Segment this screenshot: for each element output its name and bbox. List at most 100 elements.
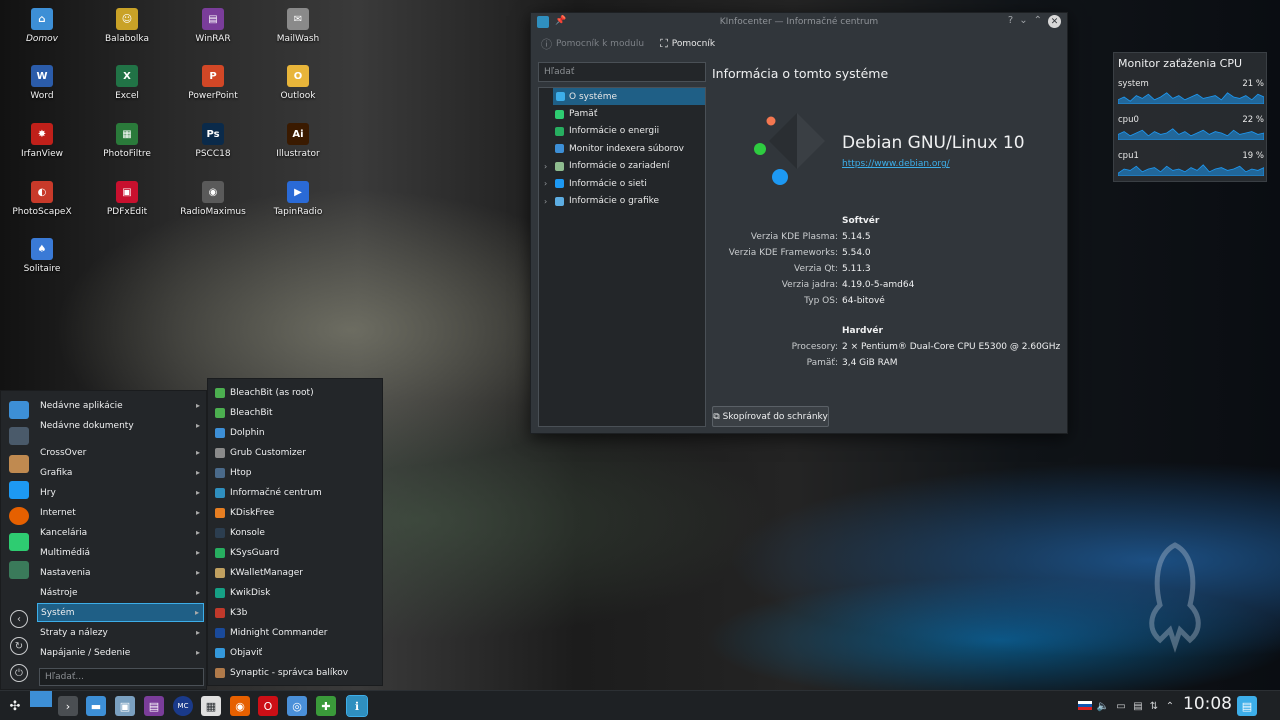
tree-item-3[interactable]: Informácie o energii xyxy=(539,123,705,140)
back-arrow-icon[interactable]: ‹ xyxy=(10,610,28,628)
menu-category-9[interactable]: Nastavenia ▸ xyxy=(37,563,204,582)
submenu-item-3[interactable]: Dolphin xyxy=(208,423,384,443)
menu-category-4[interactable]: Grafika ▸ xyxy=(37,463,204,482)
network-icon[interactable]: ⇅ xyxy=(1148,700,1160,712)
submenu-item-1[interactable]: BleachBit (as root) xyxy=(208,383,384,403)
submenu-item-14[interactable]: Objaviť xyxy=(208,643,384,663)
keyboard-layout-sk-flag-icon[interactable] xyxy=(1078,701,1092,710)
desktop-icon-domov[interactable]: ⌂ Domov xyxy=(2,2,82,54)
expand-chevron-icon[interactable]: › xyxy=(544,197,547,206)
desktop-icon-solitaire[interactable]: ♠ Solitaire xyxy=(2,232,82,284)
help-button[interactable]: ⛶ Pomocník xyxy=(660,37,715,51)
menu-category-3[interactable]: CrossOver ▸ xyxy=(37,443,204,462)
favorite-discover-icon[interactable] xyxy=(9,481,29,499)
tree-item-4[interactable]: Monitor indexera súborov xyxy=(539,140,705,157)
kinfocenter-app-icon[interactable] xyxy=(537,16,549,28)
cpu-load-widget[interactable]: Monitor zaťaženia CPU system 21 % cpu0 22 %… xyxy=(1113,52,1267,182)
desktop-icon-pscc18[interactable]: Ps PSCC18 xyxy=(173,117,253,169)
desktop-icon-tapinradio[interactable]: ▶ TapinRadio xyxy=(258,175,338,227)
menu-category-8[interactable]: Multimédiá ▸ xyxy=(37,543,204,562)
menu-category-6[interactable]: Internet ▸ xyxy=(37,503,204,522)
favorite-settings-icon[interactable] xyxy=(9,427,29,445)
expand-chevron-icon[interactable]: › xyxy=(544,179,547,188)
submenu-item-4[interactable]: Grub Customizer xyxy=(208,443,384,463)
submenu-item-8[interactable]: Konsole xyxy=(208,523,384,543)
menu-category-10[interactable]: Nástroje ▸ xyxy=(37,583,204,602)
desktop-icon-word[interactable]: W Word xyxy=(2,59,82,111)
display-icon[interactable]: ▭ xyxy=(1115,700,1127,712)
tray-expand-icon[interactable]: ⌃ xyxy=(1164,700,1176,712)
dolphin-icon[interactable]: ▬ xyxy=(86,696,106,716)
window-titlebar[interactable]: 📌 KInfocenter — Informačné centrum ? ⌄ ⌃… xyxy=(531,13,1067,31)
show-desktop-icon[interactable]: ▤ xyxy=(1237,696,1257,716)
menu-category-11[interactable]: Systém ▸ xyxy=(37,603,204,622)
firefox-icon[interactable]: ◉ xyxy=(230,696,250,716)
menu-category-2[interactable]: Nedávne dokumenty ▸ xyxy=(37,416,204,435)
chromium-icon[interactable]: ◎ xyxy=(287,696,307,716)
menu-category-13[interactable]: Napájanie / Sedenie ▸ xyxy=(37,643,204,662)
os-url-link[interactable]: https://www.debian.org/ xyxy=(842,159,950,169)
desktop-icon-radiomaximus[interactable]: ◉ RadioMaximus xyxy=(173,175,253,227)
submenu-item-11[interactable]: KwikDisk xyxy=(208,583,384,603)
help-module-button[interactable]: ⓘ Pomocník k modulu xyxy=(541,36,644,52)
submenu-item-15[interactable]: Synaptic - správca balíkov xyxy=(208,663,384,683)
pager-icon[interactable] xyxy=(30,691,52,707)
launcher-search-input[interactable]: Hľadať... xyxy=(39,668,204,686)
clipboard-icon[interactable]: ▤ xyxy=(1132,700,1144,712)
kinfocenter-icon[interactable]: ℹ xyxy=(346,695,368,717)
favorite-firefox-icon[interactable] xyxy=(9,507,29,525)
submenu-item-6[interactable]: Informačné centrum xyxy=(208,483,384,503)
favorite-dolphin-icon[interactable] xyxy=(9,401,29,419)
tree-item-6[interactable]: › Informácie o sieti xyxy=(539,175,705,192)
desktop-icon-photoscapex[interactable]: ◐ PhotoScapeX xyxy=(2,175,82,227)
maximize-icon[interactable]: ⌃ xyxy=(1034,15,1042,28)
submenu-item-13[interactable]: Midnight Commander xyxy=(208,623,384,643)
tree-item-7[interactable]: › Informácie o grafike xyxy=(539,192,705,209)
submenu-item-9[interactable]: KSysGuard xyxy=(208,543,384,563)
favorite-kde-icon[interactable] xyxy=(9,533,29,551)
volume-icon[interactable]: 🔈 xyxy=(1097,700,1109,712)
desktop-icon-irfanview[interactable]: ✸ IrfanView xyxy=(2,117,82,169)
module-search-input[interactable]: Hľadať xyxy=(538,62,706,82)
desktop-icon-excel[interactable]: X Excel xyxy=(87,59,167,111)
menu-category-5[interactable]: Hry ▸ xyxy=(37,483,204,502)
help-question-icon[interactable]: ? xyxy=(1008,15,1013,28)
restart-icon[interactable]: ↻ xyxy=(10,637,28,655)
submenu-item-12[interactable]: K3b xyxy=(208,603,384,623)
image-viewer-icon[interactable]: ▣ xyxy=(115,696,135,716)
desktop-icon-outlook[interactable]: O Outlook xyxy=(258,59,338,111)
submenu-item-7[interactable]: KDiskFree xyxy=(208,503,384,523)
submenu-item-2[interactable]: BleachBit xyxy=(208,403,384,423)
desktop-icon-mailwash[interactable]: ✉ MailWash xyxy=(258,2,338,54)
submenu-item-10[interactable]: KWalletManager xyxy=(208,563,384,583)
tree-item-1[interactable]: O systéme xyxy=(553,88,705,106)
tree-item-2[interactable]: Pamäť xyxy=(539,105,705,122)
text-editor-icon[interactable]: ▦ xyxy=(201,696,221,716)
application-launcher-button[interactable]: ✣ xyxy=(5,696,25,716)
minimize-icon[interactable]: ⌄ xyxy=(1019,15,1027,28)
pin-icon[interactable]: 📌 xyxy=(555,16,566,26)
midnight-commander-icon[interactable]: MC xyxy=(173,696,193,716)
desktop-icon-winrar[interactable]: ▤ WinRAR xyxy=(173,2,253,54)
favorite-image-icon[interactable] xyxy=(9,561,29,579)
favorite-package-icon[interactable] xyxy=(9,455,29,473)
desktop-icon-illustrator[interactable]: Ai Illustrator xyxy=(258,117,338,169)
power-icon[interactable]: ⏻ xyxy=(10,664,28,682)
menu-category-12[interactable]: Straty a nálezy ▸ xyxy=(37,623,204,642)
desktop-icon-photofiltre[interactable]: ▦ PhotoFiltre xyxy=(87,117,167,169)
menu-category-7[interactable]: Kancelária ▸ xyxy=(37,523,204,542)
menu-category-1[interactable]: Nedávne aplikácie ▸ xyxy=(37,396,204,415)
crossover-icon[interactable]: ✚ xyxy=(316,696,336,716)
desktop-icon-pdfxedit[interactable]: ▣ PDFxEdit xyxy=(87,175,167,227)
submenu-item-5[interactable]: Htop xyxy=(208,463,384,483)
tree-item-5[interactable]: › Informácie o zariadení xyxy=(539,158,705,175)
close-icon[interactable]: ✕ xyxy=(1048,15,1061,28)
opera-icon[interactable]: O xyxy=(258,696,278,716)
desktop-icon-balabolka[interactable]: ☺ Balabolka xyxy=(87,2,167,54)
desktop-icon-powerpoint[interactable]: P PowerPoint xyxy=(173,59,253,111)
digital-clock[interactable]: 10:08 xyxy=(1183,694,1232,714)
terminal-icon[interactable]: › xyxy=(58,696,78,716)
winrar-icon[interactable]: ▤ xyxy=(144,696,164,716)
copy-to-clipboard-button[interactable]: ⧉ Skopírovať do schránky xyxy=(712,406,829,427)
expand-chevron-icon[interactable]: › xyxy=(544,162,547,171)
